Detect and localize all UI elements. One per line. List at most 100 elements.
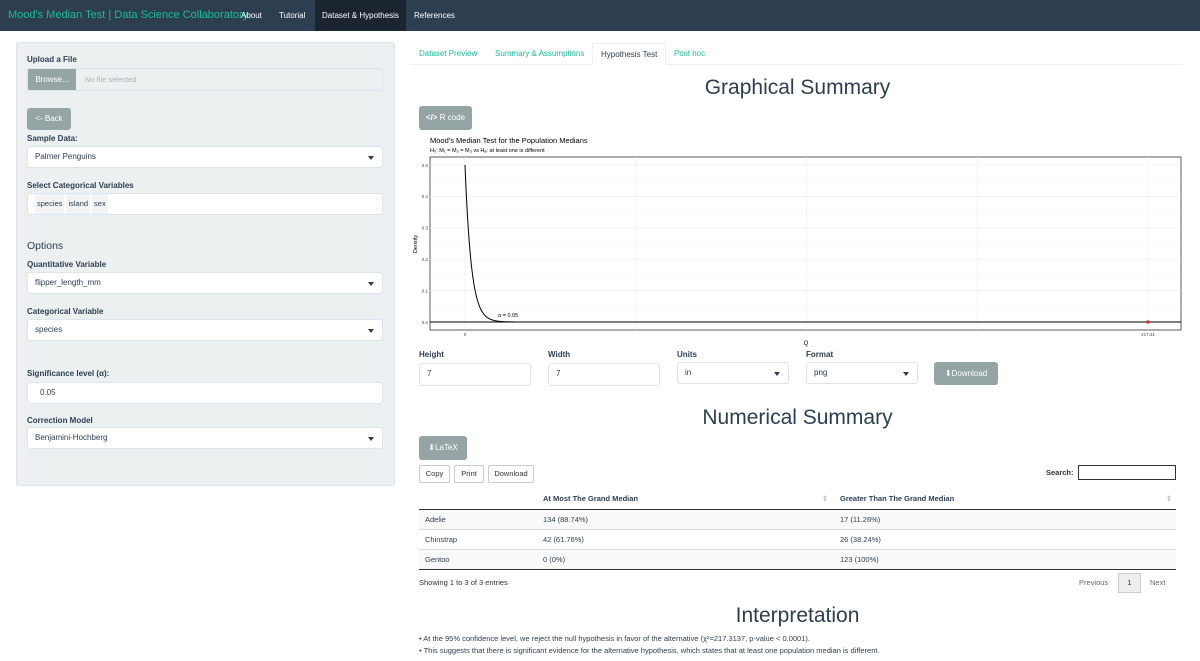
tab-hypothesis-test[interactable]: Hypothesis Test	[592, 43, 667, 65]
quantitative-variable-label: Quantitative Variable	[27, 260, 107, 269]
r-code-label: R code	[439, 113, 466, 122]
summary-table: At Most The Grand Median ⇕ Greater Than T…	[419, 488, 1176, 570]
quantitative-variable-value: flipper_length_mm	[35, 278, 101, 287]
r-code-button[interactable]: </> R code	[419, 106, 472, 130]
width-value: 7	[556, 369, 561, 378]
categorical-variables-label: Select Categorical Variables	[27, 181, 134, 190]
width-input[interactable]: 7	[548, 363, 660, 386]
nav-dataset-hypothesis[interactable]: Dataset & Hypothesis	[315, 0, 406, 31]
browse-button[interactable]: Browse...	[28, 69, 76, 90]
sample-data-select[interactable]: Palmer Penguins	[27, 146, 383, 168]
y-axis-label: Density	[413, 235, 419, 254]
table-cell: 26 (38.24%)	[834, 529, 1176, 550]
x-tick-label: 217.31	[1141, 332, 1155, 337]
navbar: Mood's Median Test | Data Science Collab…	[0, 0, 1200, 31]
tag-sex[interactable]: sex	[92, 194, 108, 214]
search-label: Search:	[1046, 468, 1074, 477]
format-label: Format	[806, 350, 834, 359]
y-tick-label: 0.0	[422, 320, 429, 325]
download-icon: ⬇	[428, 443, 435, 452]
tab-dataset-preview[interactable]: Dataset Preview	[411, 43, 485, 65]
tab-post-hoc[interactable]: Post hoc	[666, 43, 713, 65]
chevron-down-icon	[368, 329, 374, 333]
chevron-down-icon	[903, 372, 909, 376]
nav-references[interactable]: References	[407, 0, 462, 31]
format-value: png	[814, 368, 828, 377]
sample-data-value: Palmer Penguins	[35, 152, 96, 161]
significance-level-label: Significance level (α):	[27, 369, 110, 378]
nav-about[interactable]: About	[234, 0, 269, 31]
file-upload: Browse... No file selected	[27, 68, 383, 91]
plot-subtitle: H₀: M₁ = M₂ = M₃ vs Hₐ: at least one is …	[430, 148, 545, 154]
density-plot: Mood's Median Test for the Population Me…	[413, 136, 1182, 347]
quantitative-variable-select[interactable]: flipper_length_mm	[27, 272, 383, 294]
table-info: Showing 1 to 3 of 3 entries	[419, 578, 508, 587]
table-header-row: At Most The Grand Median ⇕ Greater Than T…	[419, 488, 1176, 510]
download-label: Download	[951, 369, 988, 378]
page-1-button[interactable]: 1	[1118, 573, 1141, 593]
interpretation-heading: Interpretation	[735, 604, 860, 627]
correction-model-label: Correction Model	[27, 416, 93, 425]
plot-title: Mood's Median Test for the Population Me…	[430, 136, 588, 145]
back-button[interactable]: <- Back	[27, 108, 71, 130]
copy-button[interactable]: Copy	[419, 465, 450, 483]
chevron-down-icon	[368, 437, 374, 441]
column-header[interactable]: At Most The Grand Median ⇕	[537, 488, 834, 510]
column-header[interactable]	[419, 488, 537, 510]
correction-model-select[interactable]: Benjamini-Hochberg	[27, 427, 383, 449]
file-name-display: No file selected	[85, 75, 137, 84]
x-axis-label: Q	[804, 341, 809, 347]
chevron-down-icon	[774, 372, 780, 376]
tag-species[interactable]: species	[35, 194, 65, 214]
download-plot-button[interactable]: ⬇Download	[934, 362, 998, 385]
next-page-button[interactable]: Next	[1150, 578, 1165, 587]
height-input[interactable]: 7	[419, 363, 531, 386]
chevron-down-icon	[368, 156, 374, 160]
app-title[interactable]: Mood's Median Test | Data Science Collab…	[8, 9, 248, 21]
height-label: Height	[419, 350, 444, 359]
download-table-button[interactable]: Download	[488, 465, 534, 483]
categorical-variable-label: Categorical Variable	[27, 307, 104, 316]
x-axis: 0 217.31	[464, 332, 1156, 337]
tab-summary-assumptions[interactable]: Summary & Assumptions	[487, 43, 592, 65]
previous-page-button[interactable]: Previous	[1079, 578, 1108, 587]
correction-model-value: Benjamini-Hochberg	[35, 433, 108, 442]
height-value: 7	[427, 369, 432, 378]
table-cell: Gentoo	[419, 549, 537, 570]
units-select[interactable]: in	[677, 362, 789, 384]
x-tick-label: 0	[464, 332, 467, 337]
categorical-variable-select[interactable]: species	[27, 319, 383, 341]
y-tick-label: 0.4	[422, 194, 429, 199]
column-header-label: At Most The Grand Median	[543, 493, 639, 503]
chevron-down-icon	[368, 282, 374, 286]
numerical-summary-heading: Numerical Summary	[702, 406, 893, 429]
tab-bar: Dataset Preview Summary & Assumptions Hy…	[410, 43, 1182, 65]
sample-data-label: Sample Data:	[27, 134, 78, 143]
units-label: Units	[677, 350, 697, 359]
column-header[interactable]: Greater Than The Grand Median ⇕	[834, 488, 1176, 510]
table-cell: Chinstrap	[419, 529, 537, 550]
search-input[interactable]	[1078, 465, 1176, 480]
table-cell: 134 (88.74%)	[537, 509, 834, 530]
graphical-summary-heading: Graphical Summary	[704, 76, 891, 99]
significance-level-input[interactable]: 0.05	[27, 382, 383, 404]
y-tick-label: 0.2	[422, 257, 429, 262]
tag-island[interactable]: island	[66, 194, 91, 214]
test-statistic-point	[1146, 320, 1150, 324]
significance-level-value: 0.05	[40, 388, 56, 397]
sort-icon: ⇕	[1165, 493, 1172, 503]
nav-tutorial[interactable]: Tutorial	[272, 0, 312, 31]
latex-label: LaTeX	[435, 443, 458, 452]
format-select[interactable]: png	[806, 362, 918, 384]
print-button[interactable]: Print	[454, 465, 484, 483]
y-axis: 0.0 0.1 0.2 0.3 0.4 0.5	[422, 163, 429, 325]
interpretation-line-1: • At the 95% confidence level, we reject…	[419, 634, 810, 643]
column-header-label: Greater Than The Grand Median	[840, 493, 955, 503]
categorical-variables-input[interactable]: species island sex	[27, 193, 383, 215]
units-value: in	[685, 368, 692, 377]
y-tick-label: 0.5	[422, 163, 429, 168]
table-row: Adelie 134 (88.74%) 17 (11.26%)	[419, 509, 1176, 530]
table-cell: 17 (11.26%)	[834, 509, 1176, 530]
y-tick-label: 0.1	[422, 288, 429, 293]
latex-button[interactable]: ⬇LaTeX	[419, 436, 467, 460]
